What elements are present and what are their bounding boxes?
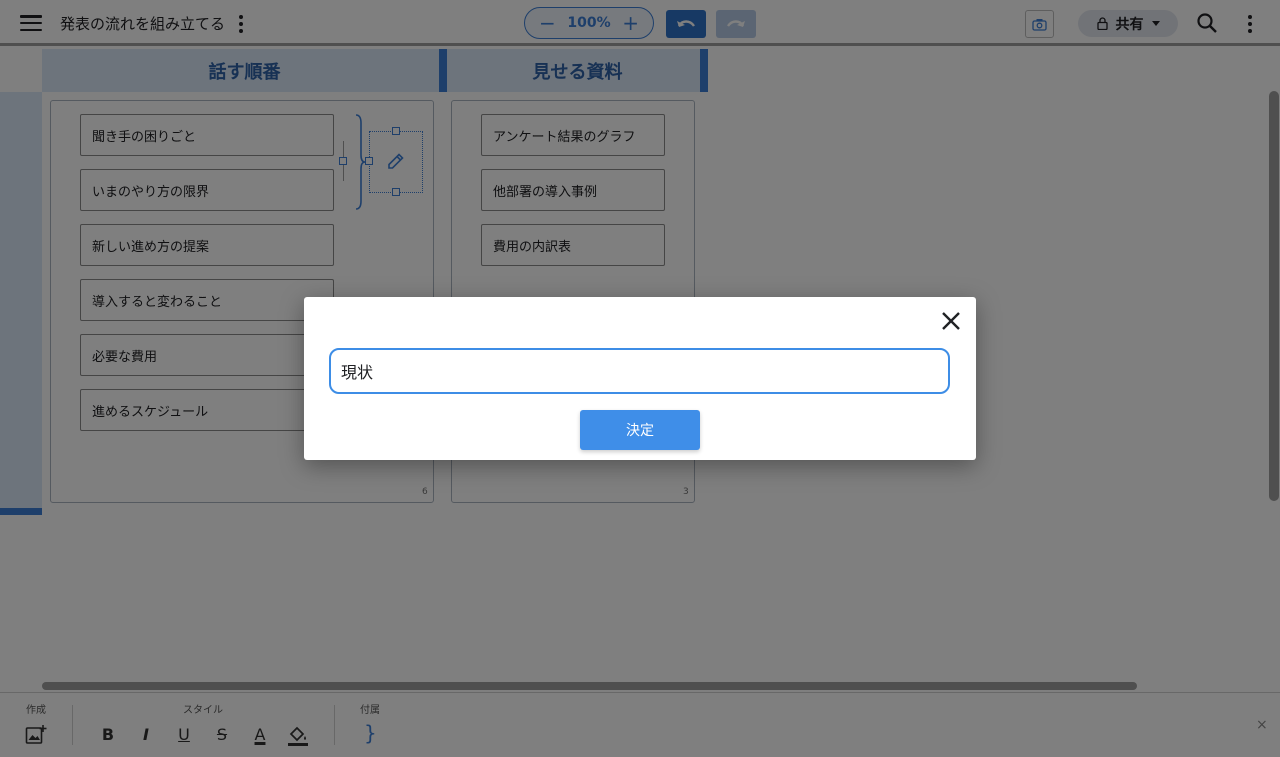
text-input[interactable] [329, 348, 950, 394]
close-icon[interactable] [940, 310, 962, 332]
input-dialog: 決定 [304, 297, 976, 460]
confirm-button[interactable]: 決定 [580, 410, 700, 450]
